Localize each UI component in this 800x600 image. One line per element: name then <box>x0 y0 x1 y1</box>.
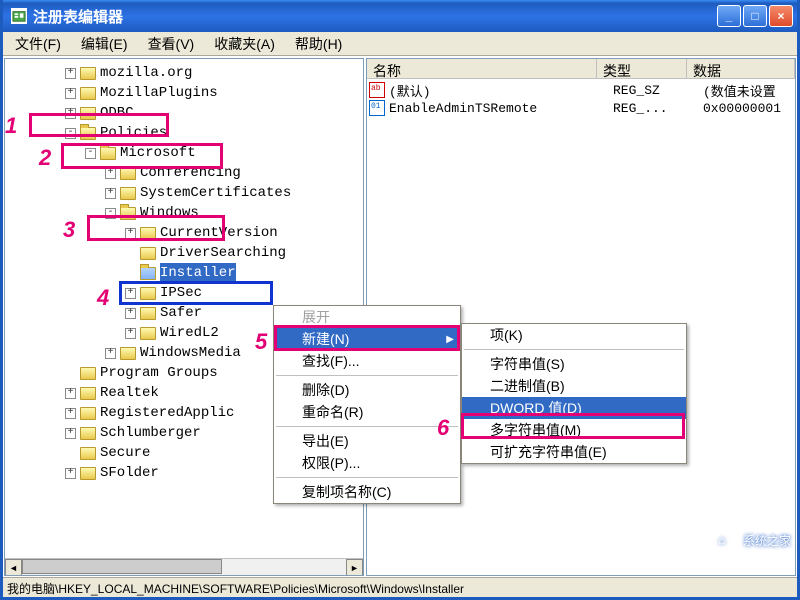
value-data: (数值未设置 <box>703 81 793 100</box>
app-icon <box>11 8 27 24</box>
value-type: REG_SZ <box>613 83 703 98</box>
menu-file[interactable]: 文件(F) <box>7 32 69 56</box>
window-title: 注册表编辑器 <box>33 6 717 27</box>
plus-icon[interactable]: + <box>65 428 76 439</box>
list-header: 名称 类型 数据 <box>367 59 795 79</box>
plus-icon[interactable]: + <box>125 328 136 339</box>
col-data[interactable]: 数据 <box>687 59 795 78</box>
col-name[interactable]: 名称 <box>367 59 597 78</box>
value-data: 0x00000001 <box>703 101 793 116</box>
ctx-new-binary[interactable]: 二进制值(B) <box>462 375 686 397</box>
plus-icon[interactable]: + <box>65 468 76 479</box>
ctx-find[interactable]: 查找(F)... <box>274 350 460 372</box>
folder-open-icon <box>140 267 156 280</box>
tree-item-installer[interactable]: Installer <box>5 263 363 283</box>
plus-icon[interactable]: + <box>65 388 76 399</box>
separator <box>464 349 684 350</box>
highlight-box-1 <box>29 113 169 137</box>
ctx-export[interactable]: 导出(E) <box>274 430 460 452</box>
annotation-6: 6 <box>437 415 449 441</box>
menu-favorites[interactable]: 收藏夹(A) <box>206 32 283 56</box>
watermark: ⌂ 系统之家 <box>707 527 791 553</box>
statusbar: 我的电脑\HKEY_LOCAL_MACHINE\SOFTWARE\Policie… <box>3 577 797 597</box>
separator <box>276 375 458 376</box>
binary-value-icon <box>369 100 385 116</box>
window-buttons: _ □ × <box>717 5 793 27</box>
menu-help[interactable]: 帮助(H) <box>287 32 350 56</box>
menu-view[interactable]: 查看(V) <box>140 32 203 56</box>
separator <box>276 426 458 427</box>
plus-icon[interactable]: + <box>65 88 76 99</box>
annotation-1: 1 <box>5 113 17 139</box>
separator <box>276 477 458 478</box>
plus-icon[interactable]: + <box>105 348 116 359</box>
tree-item-driversearching[interactable]: DriverSearching <box>5 243 363 263</box>
menubar: 文件(F) 编辑(E) 查看(V) 收藏夹(A) 帮助(H) <box>3 32 797 56</box>
ctx-new-string[interactable]: 字符串值(S) <box>462 353 686 375</box>
plus-icon[interactable]: + <box>105 168 116 179</box>
annotation-5: 5 <box>255 329 267 355</box>
status-path: 我的电脑\HKEY_LOCAL_MACHINE\SOFTWARE\Policie… <box>7 582 464 596</box>
value-type: REG_... <box>613 101 703 116</box>
value-name: EnableAdminTSRemote <box>389 101 613 116</box>
annotation-3: 3 <box>63 217 75 243</box>
string-value-icon <box>369 82 385 98</box>
content-area: +mozilla.org +MozillaPlugins +ODBC -Poli… <box>3 56 797 577</box>
ctx-new-key[interactable]: 项(K) <box>462 324 686 346</box>
scroll-track[interactable] <box>22 559 346 575</box>
ctx-copy-key-name[interactable]: 复制项名称(C) <box>274 481 460 503</box>
ctx-delete[interactable]: 删除(D) <box>274 379 460 401</box>
list-row[interactable]: EnableAdminTSRemote REG_... 0x00000001 <box>369 99 793 117</box>
tree-item-mozilla-org[interactable]: +mozilla.org <box>5 63 363 83</box>
menu-edit[interactable]: 编辑(E) <box>73 32 136 56</box>
ctx-new-expandstring[interactable]: 可扩充字符串值(E) <box>462 441 686 463</box>
regedit-window: 注册表编辑器 _ □ × 文件(F) 编辑(E) 查看(V) 收藏夹(A) 帮助… <box>0 0 800 600</box>
ctx-rename[interactable]: 重命名(R) <box>274 401 460 423</box>
list-rows: (默认) REG_SZ (数值未设置 EnableAdminTSRemote R… <box>367 79 795 119</box>
titlebar[interactable]: 注册表编辑器 _ □ × <box>3 0 797 32</box>
minimize-button[interactable]: _ <box>717 5 741 27</box>
scroll-left-button[interactable]: ◄ <box>5 559 22 576</box>
highlight-box-6 <box>461 413 685 439</box>
highlight-box-3 <box>87 215 225 241</box>
annotation-4: 4 <box>97 285 109 311</box>
h-scrollbar[interactable]: ◄ ► <box>5 558 363 575</box>
watermark-text: 系统之家 <box>743 532 791 549</box>
plus-icon[interactable]: + <box>65 408 76 419</box>
highlight-box-4 <box>119 281 273 305</box>
col-type[interactable]: 类型 <box>597 59 687 78</box>
plus-icon[interactable]: + <box>105 188 116 199</box>
tree-item-mozilla-plugins[interactable]: +MozillaPlugins <box>5 83 363 103</box>
watermark-icon: ⌂ <box>707 527 737 553</box>
value-name: (默认) <box>389 81 613 100</box>
maximize-button[interactable]: □ <box>743 5 767 27</box>
scroll-right-button[interactable]: ► <box>346 559 363 576</box>
ctx-permissions[interactable]: 权限(P)... <box>274 452 460 474</box>
plus-icon[interactable]: + <box>125 308 136 319</box>
plus-icon[interactable]: + <box>65 68 76 79</box>
tree-item-systemcerts[interactable]: +SystemCertificates <box>5 183 363 203</box>
close-button[interactable]: × <box>769 5 793 27</box>
highlight-box-2 <box>61 143 223 169</box>
annotation-2: 2 <box>39 145 51 171</box>
highlight-box-5 <box>274 325 460 351</box>
scroll-thumb[interactable] <box>22 559 222 574</box>
context-submenu-new: 项(K) 字符串值(S) 二进制值(B) DWORD 值(D) 多字符串值(M)… <box>461 323 687 464</box>
list-row[interactable]: (默认) REG_SZ (数值未设置 <box>369 81 793 99</box>
